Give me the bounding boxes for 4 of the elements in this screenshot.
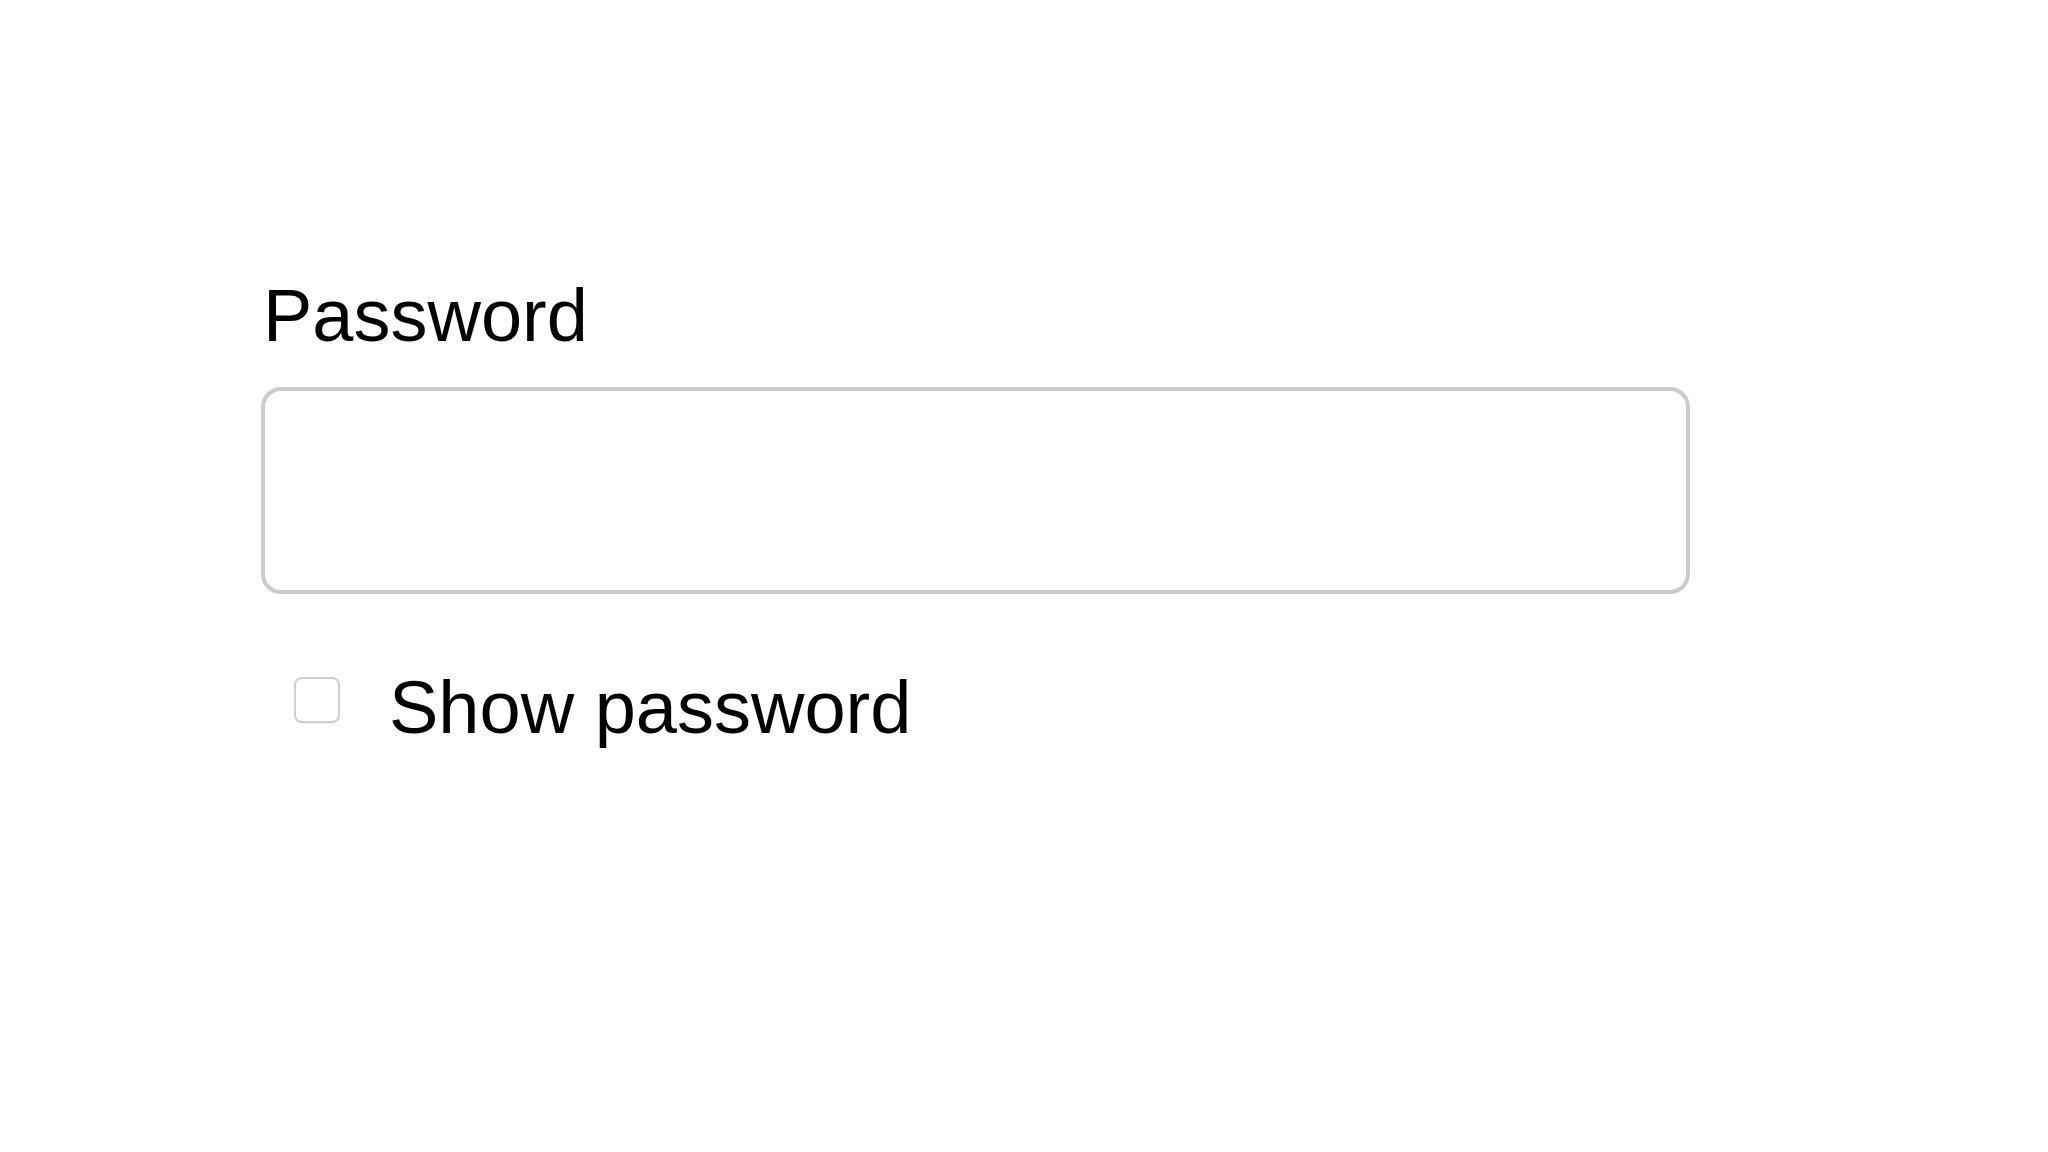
checkbox-label: Show password [389, 665, 912, 750]
checkbox[interactable] [294, 677, 340, 723]
field-label: Password [263, 273, 588, 358]
password-field[interactable] [261, 387, 1690, 594]
